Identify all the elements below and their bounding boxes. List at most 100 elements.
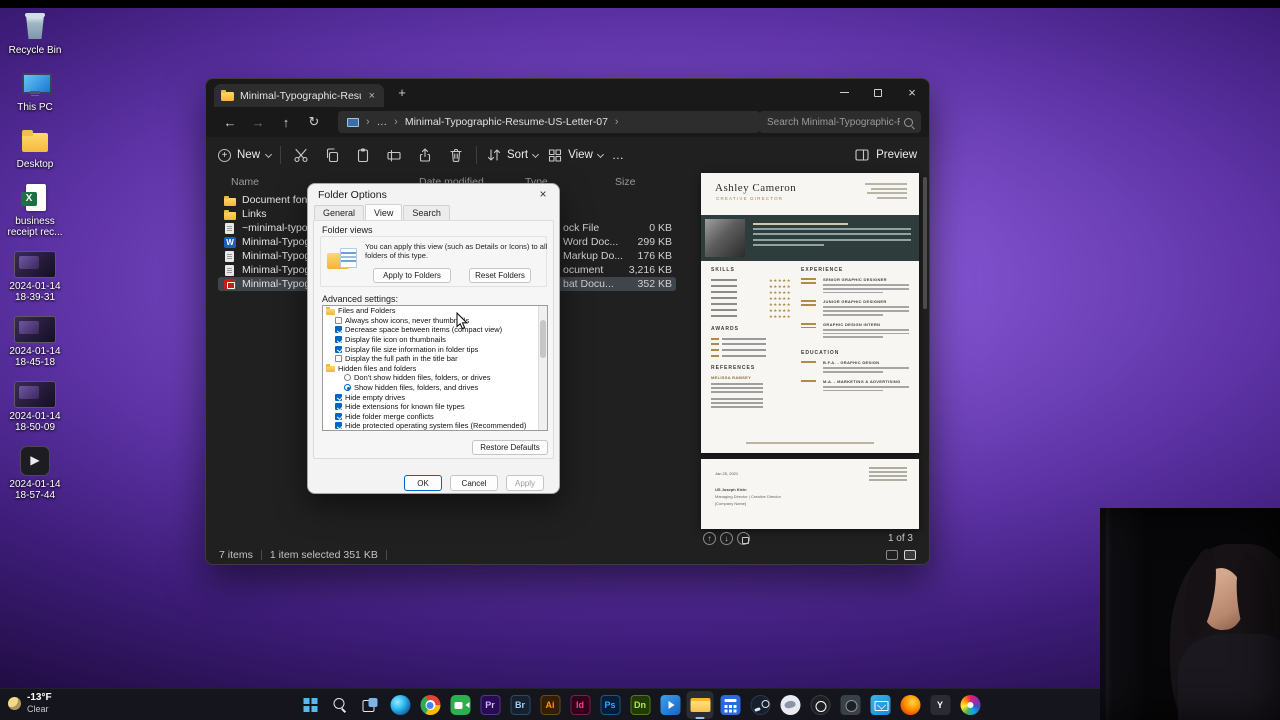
taskbar-chrome[interactable] [417, 691, 444, 719]
search-input[interactable]: Search Minimal-Typographic-Res [759, 111, 921, 133]
setting-row[interactable]: Hide empty drives [323, 392, 547, 402]
taskbar-file-explorer[interactable] [686, 691, 714, 719]
advanced-settings-list[interactable]: Files and Folders Always show icons, neve… [322, 305, 548, 431]
tab-general[interactable]: General [314, 205, 365, 221]
delete-button[interactable] [445, 144, 467, 166]
taskbar-task-view[interactable] [357, 691, 384, 719]
back-icon[interactable]: ← [216, 115, 244, 130]
list-scrollbar-thumb[interactable] [540, 320, 546, 358]
taskbar-photoshop[interactable]: Ps [597, 691, 624, 719]
large-icons-view-toggle[interactable] [904, 550, 916, 560]
collapsed-path[interactable]: … [377, 116, 388, 128]
checkbox[interactable] [335, 393, 342, 401]
checkbox[interactable] [335, 326, 342, 334]
more-options-button[interactable]: … [612, 148, 624, 162]
forward-icon[interactable]: → [244, 115, 272, 130]
fit-page-button[interactable] [737, 532, 750, 545]
apply-button[interactable]: Apply [506, 475, 544, 491]
taskbar-calculator[interactable] [717, 691, 744, 719]
taskbar-camera[interactable] [837, 691, 864, 719]
page-up-button[interactable]: ↑ [703, 532, 716, 545]
setting-row[interactable]: Display the full path in the title bar [323, 354, 547, 364]
current-folder[interactable]: Minimal-Typographic-Resume-US-Letter-07 [405, 116, 608, 128]
taskbar-obs[interactable] [807, 691, 834, 719]
rename-button[interactable] [383, 144, 405, 166]
minimize-button[interactable] [827, 80, 861, 105]
desktop-icon[interactable]: 2024-01-14 18-45-18 [3, 316, 67, 368]
taskbar-illustrator[interactable]: Ai [537, 691, 564, 719]
cut-button[interactable] [290, 144, 312, 166]
close-button[interactable]: × [895, 80, 929, 105]
taskbar-start[interactable] [297, 691, 324, 719]
page-down-button[interactable]: ↓ [720, 532, 733, 545]
breadcrumb[interactable]: › … › Minimal-Typographic-Resume-US-Lett… [338, 111, 760, 133]
dialog-close-icon[interactable]: × [536, 187, 550, 201]
setting-row[interactable]: Hidden files and folders [323, 364, 547, 374]
tab-search[interactable]: Search [403, 205, 450, 221]
new-button[interactable]: + New [218, 148, 273, 162]
taskbar-premiere[interactable]: Pr [477, 691, 504, 719]
preview-toggle-button[interactable]: Preview [854, 147, 917, 163]
maximize-button[interactable] [861, 80, 895, 105]
desktop-icon[interactable]: Desktop [3, 126, 67, 170]
column-name[interactable]: Name [231, 176, 259, 188]
setting-row[interactable]: Decrease space between items (compact vi… [323, 325, 547, 335]
setting-row[interactable]: Hide extensions for known file types [323, 402, 547, 412]
reset-folders-button[interactable]: Reset Folders [469, 268, 531, 283]
list-scrollbar[interactable] [538, 306, 547, 430]
view-button[interactable]: View [547, 147, 604, 163]
explorer-tab[interactable]: Minimal-Typographic-Resume × [214, 84, 384, 107]
setting-row[interactable]: Always show icons, never thumbnails [323, 316, 547, 326]
taskbar-screen-recorder[interactable] [447, 691, 474, 719]
up-icon[interactable]: ↑ [272, 115, 300, 130]
sort-button[interactable]: Sort [486, 147, 540, 163]
checkbox[interactable] [335, 316, 342, 324]
restore-defaults-button[interactable]: Restore Defaults [472, 440, 548, 455]
taskbar-steam[interactable] [747, 691, 774, 719]
weather-widget[interactable]: -13°F Clear [8, 692, 52, 714]
tab-close-icon[interactable]: × [367, 90, 377, 102]
details-view-toggle[interactable] [886, 550, 898, 560]
taskbar-movies[interactable] [657, 691, 684, 719]
radio-button[interactable] [344, 374, 351, 382]
radio-button[interactable] [344, 384, 351, 392]
cancel-button[interactable]: Cancel [450, 475, 498, 491]
setting-row[interactable]: Display file size information in folder … [323, 344, 547, 354]
taskbar-indesign[interactable]: Id [567, 691, 594, 719]
desktop-icon[interactable]: 2024-01-14 18-57-44 [3, 446, 67, 501]
new-tab-button[interactable]: + [393, 85, 411, 100]
ok-button[interactable]: OK [404, 475, 442, 491]
setting-row[interactable]: Don't show hidden files, folders, or dri… [323, 373, 547, 383]
taskbar-paint[interactable] [957, 691, 984, 719]
copy-button[interactable] [321, 144, 343, 166]
setting-row[interactable]: Hide folder merge conflicts [323, 412, 547, 422]
checkbox[interactable] [335, 345, 342, 353]
desktop-icon[interactable]: business receipt rec... [3, 183, 67, 238]
checkbox[interactable] [335, 336, 342, 344]
setting-row[interactable]: Files and Folders [323, 306, 547, 316]
setting-row[interactable]: Display file icon on thumbnails [323, 335, 547, 345]
checkbox[interactable] [335, 412, 342, 420]
taskbar-dove[interactable] [777, 691, 804, 719]
scrollbar[interactable] [923, 175, 927, 527]
desktop-icon[interactable]: This PC [3, 69, 67, 113]
apply-to-folders-button[interactable]: Apply to Folders [373, 268, 451, 283]
share-button[interactable] [414, 144, 436, 166]
refresh-icon[interactable]: ↻ [300, 114, 328, 130]
desktop-icon[interactable]: 2024-01-14 18-39-31 [3, 251, 67, 303]
checkbox[interactable] [335, 422, 342, 430]
setting-row[interactable]: Show hidden files, folders, and drives [323, 383, 547, 393]
taskbar-search[interactable] [327, 691, 354, 719]
taskbar-bridge[interactable]: Br [507, 691, 534, 719]
setting-row[interactable]: Hide protected operating system files (R… [323, 421, 547, 430]
checkbox[interactable] [335, 355, 342, 363]
taskbar-mail[interactable] [867, 691, 894, 719]
column-size[interactable]: Size [615, 176, 635, 188]
tab-view[interactable]: View [365, 204, 403, 220]
taskbar-ycombinator[interactable]: Y [927, 691, 954, 719]
checkbox[interactable] [335, 403, 342, 411]
scrollbar-thumb[interactable] [923, 177, 927, 309]
taskbar-firefox[interactable] [897, 691, 924, 719]
desktop-icon[interactable]: Recycle Bin [3, 12, 67, 56]
paste-button[interactable] [352, 144, 374, 166]
